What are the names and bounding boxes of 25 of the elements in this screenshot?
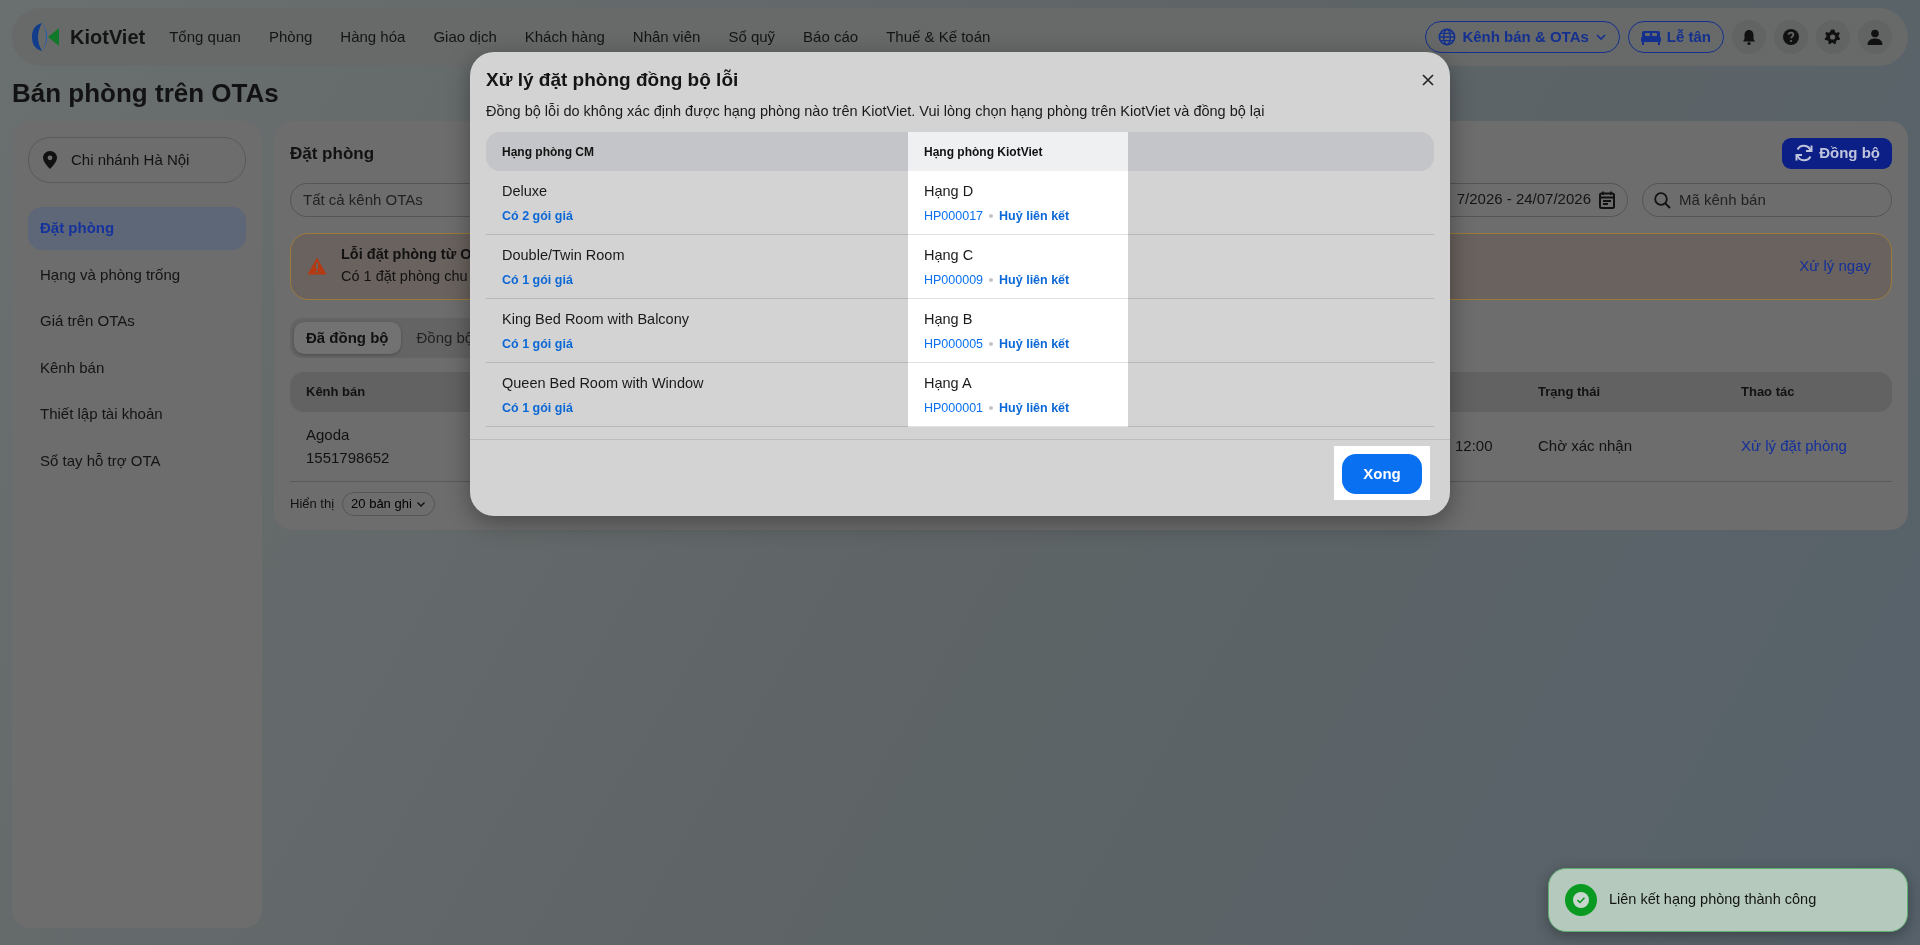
linked-room-name: Hạng B <box>924 310 974 330</box>
column-header: Kênh bán <box>306 383 366 402</box>
dialog-title: Xử lý đặt phòng đồng bộ lỗi <box>486 68 739 92</box>
column-header: Thao tác <box>1741 383 1795 402</box>
brand-name: KiotViet <box>70 25 146 50</box>
channel-name: Agoda <box>306 425 350 445</box>
toast-message: Liên kết hạng phòng thành công <box>1609 890 1817 910</box>
column-header: Trạng thái <box>1538 383 1601 402</box>
room-type-name: Deluxe <box>502 182 549 202</box>
table-cell-text: Chờ xác nhận <box>1538 436 1633 457</box>
linked-room-name: Hạng A <box>924 374 973 394</box>
room-type-name: King Bed Room with Balcony <box>502 310 690 330</box>
room-type-name: Queen Bed Room with Window <box>502 374 705 394</box>
linked-room-name: Hạng D <box>924 182 975 202</box>
table-cell-text: 12:00 <box>1455 436 1493 457</box>
section-title: Đặt phòng <box>290 142 375 165</box>
booking-code: 1551798652 <box>306 447 390 468</box>
column-header: Hạng phòng KiotViet <box>908 132 1128 172</box>
page-size-label: Hiển thị <box>290 495 335 513</box>
linked-room-name: Hạng C <box>924 246 975 266</box>
dialog-description: Đồng bộ lỗi do không xác định được hạng phòng nào trên KiotViet. Vui lòng chọn hạng phòng trên KiotViet và đồng bộ lại <box>486 101 1266 121</box>
column-header: Hạng phòng CM <box>501 143 595 161</box>
alert-message: Có 1 đặt phòng chu <box>341 267 469 286</box>
page-title: Bán phòng trên OTAs <box>12 78 279 108</box>
room-type-name: Double/Twin Room <box>502 246 626 266</box>
